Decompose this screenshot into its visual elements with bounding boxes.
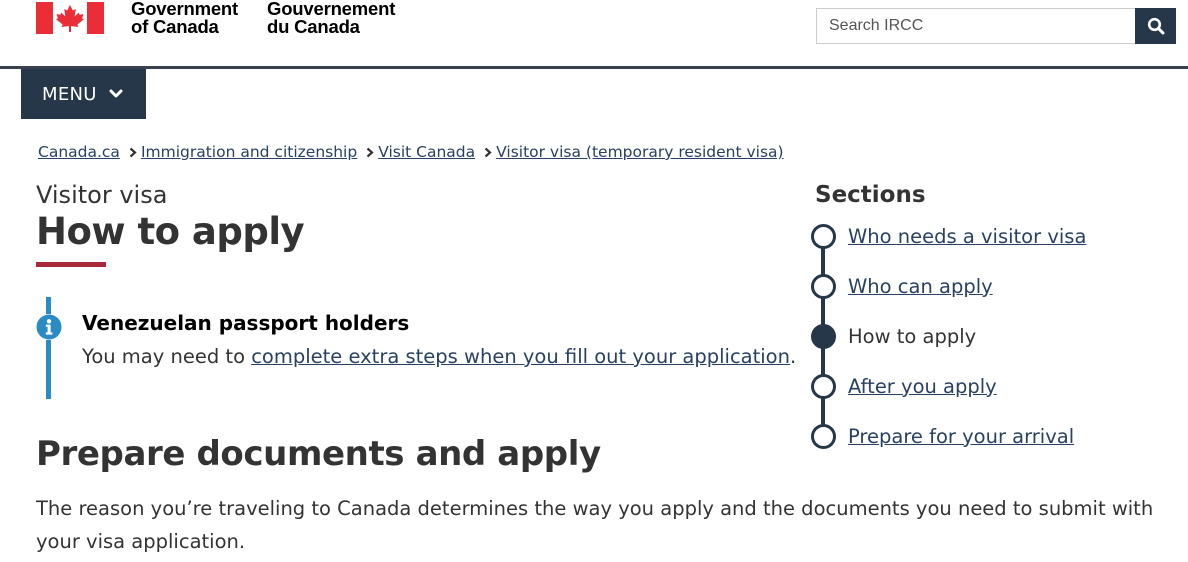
breadcrumb-visit-canada[interactable]: Visit Canada	[378, 143, 475, 161]
section-item-how-to-apply: How to apply	[811, 323, 976, 349]
page-title: How to apply	[36, 210, 305, 253]
section-item-prepare-arrival: Prepare for your arrival	[811, 423, 1074, 449]
step-circle	[811, 273, 836, 299]
section-item-who-needs-visa: Who needs a visitor visa	[811, 223, 1086, 249]
signature-english[interactable]: Government of Canada	[131, 0, 238, 36]
search-input[interactable]	[816, 8, 1135, 44]
canada-flag-icon	[36, 2, 104, 34]
info-icon	[36, 314, 62, 340]
section-link-who-needs-visa[interactable]: Who needs a visitor visa	[848, 225, 1086, 248]
signature-fr-line-2: du Canada	[267, 16, 360, 37]
search-button[interactable]	[1135, 8, 1176, 44]
signature-en-line-2: of Canada	[131, 16, 219, 37]
section-link-who-can-apply[interactable]: Who can apply	[848, 275, 993, 298]
title-underline	[36, 262, 106, 267]
search-form	[816, 8, 1176, 44]
breadcrumb-canada[interactable]: Canada.ca	[38, 143, 120, 161]
step-circle	[811, 423, 836, 449]
chevron-down-icon	[109, 89, 123, 99]
step-circle	[811, 223, 836, 249]
chevron-right-icon	[366, 147, 374, 158]
section-paragraph: The reason you’re traveling to Canada de…	[36, 497, 1154, 553]
section-current-how-to-apply: How to apply	[848, 324, 977, 348]
page-kicker: Visitor visa	[36, 181, 168, 209]
section-link-after-you-apply[interactable]: After you apply	[848, 375, 997, 398]
alert-text: You may need to complete extra steps whe…	[82, 345, 796, 368]
alert-bar	[46, 297, 51, 399]
signature-french[interactable]: Gouvernement du Canada	[267, 0, 395, 36]
chevron-right-icon	[129, 147, 137, 158]
breadcrumb-immigration[interactable]: Immigration and citizenship	[141, 143, 357, 161]
breadcrumb: Canada.ca Immigration and citizenship Vi…	[38, 143, 784, 161]
breadcrumb-visitor-visa[interactable]: Visitor visa (temporary resident visa)	[496, 143, 783, 161]
section-heading: Prepare documents and apply	[36, 434, 601, 474]
search-icon	[1147, 17, 1164, 35]
government-header: Government of Canada Gouvernement du Can…	[0, 0, 1188, 69]
section-item-after-you-apply: After you apply	[811, 373, 997, 399]
step-circle	[811, 373, 836, 399]
chevron-right-icon	[484, 147, 492, 158]
alert-text-before: You may need to	[82, 345, 252, 368]
extra-steps-link[interactable]: complete extra steps when you fill out y…	[251, 345, 790, 368]
sections-heading: Sections	[815, 182, 926, 208]
alert-title: Venezuelan passport holders	[82, 311, 410, 335]
alert-text-after: .	[789, 345, 797, 368]
section-link-prepare-arrival[interactable]: Prepare for your arrival	[848, 425, 1074, 448]
menu-label: MENU	[42, 83, 97, 105]
step-circle-current	[811, 323, 836, 349]
section-item-who-can-apply: Who can apply	[811, 273, 993, 299]
menu-button[interactable]: MENU	[21, 69, 146, 119]
